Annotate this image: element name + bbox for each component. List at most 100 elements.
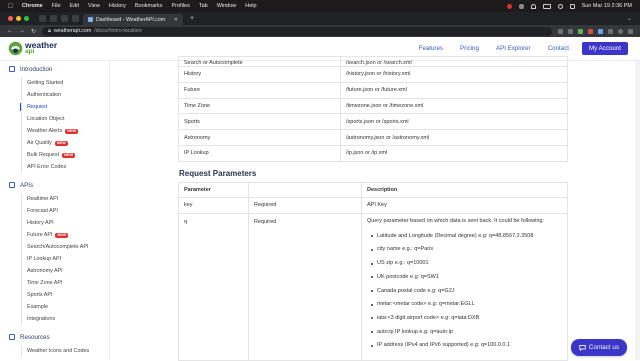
docs-content: Search or Autocomplete/search.json or /s… [178,56,568,361]
table-row: Future/future.json or /future.xml [178,81,568,99]
apis-section-icon [9,182,15,188]
sidebar-item-label: Authentication [27,92,62,98]
spotlight-search-icon[interactable] [557,3,563,9]
my-account-button[interactable]: My Account [582,42,628,55]
browser-toolbar: ← → ↻ 🔒︎ weatherapi.com/docs/#intro-loca… [0,25,640,37]
new-badge: NEW [65,128,79,134]
sidebar-item-astronomy-api[interactable]: Astronomy API [0,265,109,277]
menu-help[interactable]: Help [245,3,256,9]
extensions-puzzle-icon[interactable] [608,28,613,34]
sidebar-item-label: Weather Icons and Codes [27,348,90,354]
share-icon[interactable] [558,28,563,34]
sidebar-item-search-autocomplete-api[interactable]: Search/Autocomplete API [0,241,109,253]
nav-pricing[interactable]: Pricing [460,45,479,52]
nav-features[interactable]: Features [419,45,443,52]
sidebar-item-air-quality[interactable]: Air Quality NEW [0,137,109,149]
sidebar-item-example[interactable]: Example [0,301,109,313]
tab-title: Dashboard - WeatherAPI.com [96,16,166,23]
sidebar-item-label: API Error Codes [27,164,67,170]
menu-app-name[interactable]: Chrome [22,3,43,9]
sidebar-item-weather-icons-and-codes[interactable]: Weather Icons and Codes [0,345,109,357]
sidebar-section-resources[interactable]: Resources [0,329,109,345]
menu-bookmarks[interactable]: Bookmarks [135,3,163,9]
sidebar-item-integrations[interactable]: Integrations [0,313,109,325]
control-center-icon[interactable] [569,3,575,9]
menu-history[interactable]: History [109,3,126,9]
profile-avatar-icon[interactable] [618,28,623,34]
maximize-window-icon[interactable] [24,16,29,21]
new-tab-icon[interactable]: + [190,15,194,22]
sidebar-item-request[interactable]: Request [0,101,109,113]
tab-search-icon[interactable]: ⌄ [627,15,632,22]
page-scrollbar[interactable] [635,61,640,360]
menu-tab[interactable]: Tab [199,3,208,9]
sidebar-item-future-api[interactable]: Future API NEW [0,229,109,241]
menu-window[interactable]: Window [217,3,237,9]
pinned-tab-3[interactable] [61,15,68,22]
apple-icon[interactable]:  [8,3,13,10]
minimize-window-icon[interactable] [16,16,21,21]
contact-us-button[interactable]: Contact us [570,339,627,356]
menu-view[interactable]: View [88,3,100,9]
sidebar-item-location-object[interactable]: Location Object [0,113,109,125]
list-item: city name e.g.: q=Paris [371,246,562,254]
sidebar-item-history-api[interactable]: History API [0,217,109,229]
endpoint-name: Search or Autocomplete [178,56,341,67]
nav-api-explorer[interactable]: API Explorer [496,45,531,52]
chat-bubble-icon [579,344,586,351]
table-row: Time Zone/timezone.json or /timezone.xml [178,97,568,115]
status-battery-icon[interactable] [542,3,551,9]
sidebar-section-introduction[interactable]: Introduction [0,61,109,77]
bookmark-star-icon[interactable] [568,28,573,34]
endpoint-name: History [178,66,341,83]
sidebar-item-label: Future API [27,232,53,238]
status-wifi-icon[interactable] [530,3,536,9]
nav-contact[interactable]: Contact [548,45,569,52]
menu-profiles[interactable]: Profiles [171,3,189,9]
sidebar-item-api-error-codes[interactable]: API Error Codes [0,161,109,173]
status-cloud-icon[interactable] [518,3,524,9]
extension-green-icon[interactable] [578,28,583,34]
sidebar-item-forecast-api[interactable]: Forecast API [0,205,109,217]
pinned-tab-2[interactable] [50,15,57,22]
sidebar-item-label: Weather Alerts [27,128,63,134]
pinned-tab-4[interactable] [72,15,79,22]
menubar-clock[interactable]: Sun Mar 19 2:36 PM [582,3,632,9]
reload-icon[interactable]: ↻ [31,28,36,35]
sidebar-item-authentication[interactable]: Authentication [0,89,109,101]
active-tab[interactable]: Dashboard - WeatherAPI.com ✕ [83,14,183,25]
tab-close-icon[interactable]: ✕ [174,17,178,23]
param-required: Required [248,212,362,361]
tab-favicon-icon [88,17,93,22]
sidebar-item-realtime-api[interactable]: Realtime API [0,193,109,205]
extension-blue-icon[interactable] [598,28,603,34]
address-bar[interactable]: 🔒︎ weatherapi.com/docs/#intro-location [42,26,552,36]
sidebar-item-weather-alerts[interactable]: Weather Alerts NEW [0,125,109,137]
extension-red-icon[interactable] [588,28,593,34]
pinned-tab-1[interactable] [39,15,46,22]
sidebar-item-time-zone-api[interactable]: Time Zone API [0,277,109,289]
menu-edit[interactable]: Edit [70,3,79,9]
os-menubar:  Chrome File Edit View History Bookmark… [0,0,640,12]
sidebar-section-title: Introduction [20,65,53,73]
sidebar-section-apis[interactable]: APIs [0,177,109,193]
sidebar-item-bulk-request[interactable]: Bulk Request NEW [0,149,109,161]
status-record-icon[interactable] [506,3,512,9]
back-icon[interactable]: ← [7,28,13,34]
sidebar-item-label: Request [27,104,48,110]
table-header-row: Parameter Description [178,181,568,198]
menu-file[interactable]: File [52,3,61,9]
docs-main: Introduction Getting Started Authenticat… [0,56,640,361]
sidebar-item-label: Search/Autocomplete API [27,244,89,250]
forward-icon[interactable]: → [19,28,25,34]
sidebar-item-sports-api[interactable]: Sports API [0,289,109,301]
close-window-icon[interactable] [8,16,13,21]
weatherapi-logo[interactable]: weather api [8,41,57,56]
docs-sidebar: Introduction Getting Started Authenticat… [0,61,110,360]
endpoint-name: Time Zone [178,97,341,115]
sidebar-item-ip-lookup-api[interactable]: IP Lookup API [0,253,109,265]
browser-menu-icon[interactable] [628,28,633,34]
introduction-section-icon [9,66,15,72]
sidebar-item-getting-started[interactable]: Getting Started [0,77,109,89]
sidebar-item-label: History API [27,220,54,226]
